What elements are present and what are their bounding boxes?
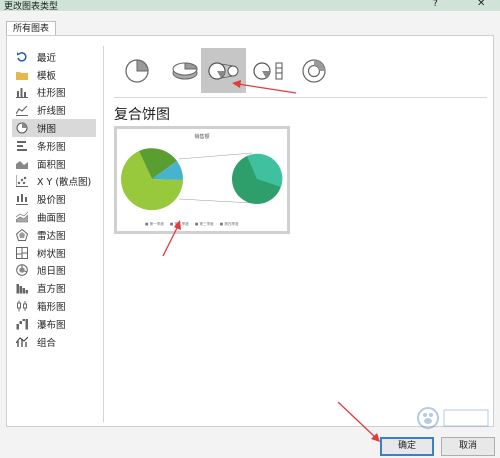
sidebar-item-box-whisker[interactable]: 箱形图: [12, 297, 96, 315]
3d-pie-icon: [172, 61, 198, 79]
sidebar-item-label: 折线图: [37, 106, 66, 118]
preview-chart-graphic: [121, 148, 283, 211]
bar-chart-icon: [17, 140, 27, 151]
legend-item: ■ 第三季度: [194, 222, 214, 226]
sidebar-item-label: 面积图: [37, 159, 66, 171]
sidebar-item-label: 旭日图: [37, 266, 66, 278]
pie-of-pie-icon: [207, 61, 238, 80]
subtype-separator: [114, 97, 487, 98]
watermark-logo: [417, 407, 489, 429]
sidebar-item-label: 曲面图: [37, 213, 66, 225]
subtype-doughnut[interactable]: [291, 48, 336, 93]
tab-strip: 所有图表: [0, 11, 500, 36]
stock-chart-icon: [16, 194, 28, 206]
area-chart-icon: [16, 160, 28, 169]
pie-chart-icon: [16, 122, 28, 134]
recent-icon: [17, 51, 27, 62]
sidebar-item-label: 股价图: [37, 195, 66, 207]
sidebar-item-label: 组合: [37, 337, 57, 349]
sidebar-item-line[interactable]: 折线图: [12, 101, 96, 119]
close-button[interactable]: ✕: [477, 0, 485, 9]
connector-line-top: [178, 152, 253, 160]
sidebar-item-recent[interactable]: 最近: [12, 48, 96, 66]
surface-chart-icon: [16, 211, 28, 223]
sidebar-item-label: 雷达图: [37, 230, 66, 242]
sidebar-item-label: 树状图: [37, 248, 66, 260]
sidebar-divider: [103, 46, 104, 422]
chart-category-list: 最近 模板 柱形图 折线图 饼图 条形图 面积图 X Y (散点图) 股价图 曲…: [12, 48, 96, 351]
sidebar-item-stock[interactable]: 股价图: [12, 190, 96, 208]
waterfall-icon: [16, 318, 28, 330]
chart-preview[interactable]: 销售额 ■ 第一季度 ■ 第二季度 ■ 第三季度 ■ 第四季度: [114, 126, 290, 234]
combo-chart-icon: [16, 336, 28, 347]
subtype-bar-of-pie[interactable]: [246, 48, 291, 93]
cancel-button[interactable]: 取消: [441, 437, 495, 456]
connector-line-bottom: [178, 198, 253, 204]
sidebar-item-label: 瀑布图: [37, 319, 66, 331]
sidebar-item-label: 箱形图: [37, 302, 66, 314]
subtype-heading: 复合饼图: [114, 107, 170, 123]
legend-item: ■ 第四季度: [219, 222, 239, 226]
sidebar-item-column[interactable]: 柱形图: [12, 84, 96, 102]
template-folder-icon: [16, 71, 28, 80]
sidebar-item-template[interactable]: 模板: [12, 66, 96, 84]
doughnut-icon: [301, 58, 326, 83]
subtype-pie[interactable]: [114, 48, 159, 93]
sidebar-item-surface[interactable]: 曲面图: [12, 208, 96, 226]
ok-button[interactable]: 确定: [380, 437, 434, 456]
bar-of-pie-icon: [252, 61, 282, 80]
sidebar-item-radar[interactable]: 雷达图: [12, 226, 96, 244]
scatter-chart-icon: [16, 175, 28, 188]
sidebar-item-label: X Y (散点图): [37, 177, 92, 189]
sidebar-item-histogram[interactable]: 直方图: [12, 279, 96, 297]
sidebar-item-area[interactable]: 面积图: [12, 155, 96, 173]
sidebar-item-label: 最近: [37, 52, 57, 64]
sidebar-item-bar[interactable]: 条形图: [12, 137, 96, 155]
sidebar-item-treemap[interactable]: 树状图: [12, 244, 96, 262]
sidebar-item-waterfall[interactable]: 瀑布图: [12, 315, 96, 333]
sidebar-item-scatter[interactable]: X Y (散点图): [12, 173, 96, 191]
sidebar-item-label: 模板: [37, 70, 57, 82]
sunburst-icon: [16, 264, 28, 277]
sidebar-item-label: 直方图: [37, 284, 66, 296]
sidebar-item-sunburst[interactable]: 旭日图: [12, 262, 96, 280]
title-bar: 更改图表类型 ? ✕: [0, 0, 500, 12]
sidebar-item-pie[interactable]: 饼图: [12, 119, 96, 137]
box-whisker-icon: [17, 300, 27, 312]
legend-item: ■ 第二季度: [169, 222, 189, 226]
sidebar-item-label: 条形图: [37, 141, 66, 153]
subtype-pie-of-pie[interactable]: [201, 48, 246, 93]
sidebar-item-label: 柱形图: [37, 88, 66, 100]
sidebar-item-label: 饼图: [37, 124, 57, 136]
sidebar-item-combo[interactable]: 组合: [12, 333, 96, 351]
radar-chart-icon: [16, 228, 28, 241]
tab-all-charts[interactable]: 所有图表: [6, 21, 57, 36]
pie-icon: [124, 58, 149, 83]
column-chart-icon: [16, 88, 28, 99]
histogram-icon: [16, 284, 28, 294]
line-chart-icon: [16, 105, 28, 117]
legend-item: ■ 第一季度: [145, 222, 164, 226]
treemap-icon: [16, 246, 28, 259]
preview-legend: ■ 第一季度 ■ 第二季度 ■ 第三季度 ■ 第四季度: [145, 222, 239, 227]
help-button[interactable]: ?: [433, 0, 438, 9]
